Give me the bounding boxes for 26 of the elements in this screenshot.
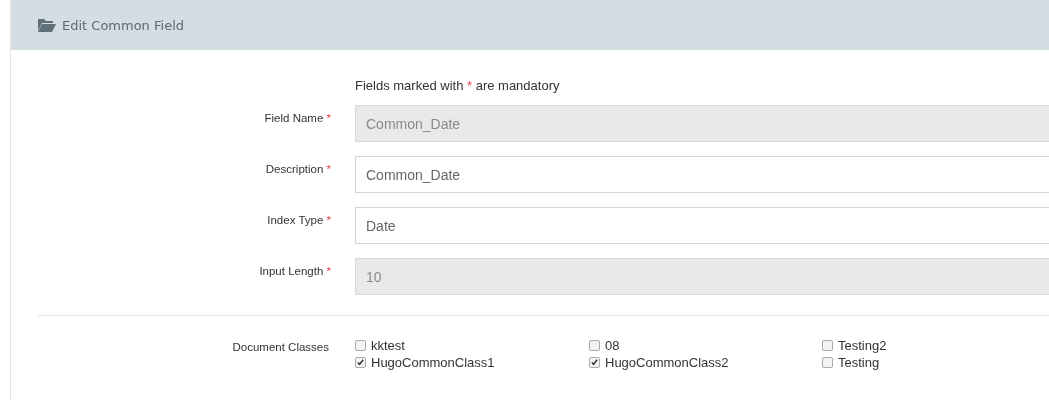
required-marker: * <box>325 163 331 175</box>
folder-icon <box>38 18 56 32</box>
field-label: Field Name * <box>263 111 331 124</box>
checkbox-label: HugoCommonClass1 <box>371 355 495 370</box>
field-label: Description * <box>264 162 331 175</box>
checkbox[interactable] <box>355 340 366 351</box>
input-field[interactable]: Date <box>355 207 1049 244</box>
field-label: Input Length * <box>258 264 331 277</box>
input-field[interactable]: Common_Date <box>355 156 1049 193</box>
checkbox-label: Testing <box>838 355 880 370</box>
checkbox[interactable] <box>822 357 833 368</box>
checkbox-label: kktest <box>371 338 405 353</box>
checkbox-label: 08 <box>605 338 620 353</box>
required-marker: * <box>325 112 331 124</box>
checkbox[interactable] <box>355 357 366 368</box>
checkbox[interactable] <box>589 357 600 368</box>
checkbox-label: Testing2 <box>838 338 887 353</box>
required-marker: * <box>325 214 331 226</box>
checkbox[interactable] <box>822 340 833 351</box>
required-marker: * <box>325 265 331 277</box>
field-label: Document Classes <box>231 340 329 355</box>
mandatory-note: Fields marked with * are mandatory <box>355 78 561 93</box>
field-label: Index Type * <box>266 213 331 226</box>
panel-title: Edit Common Field <box>62 17 184 33</box>
checkbox[interactable] <box>589 340 600 351</box>
checkbox-label: HugoCommonClass2 <box>605 355 729 370</box>
